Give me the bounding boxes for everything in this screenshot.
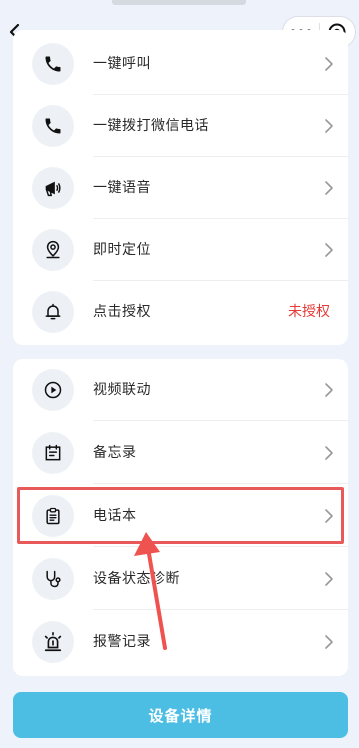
function-card-1: 一键呼叫 一键拨打微信电话 一键语音 即时定位 点击授权 未授权 — [13, 30, 348, 345]
chevron-right-icon — [325, 446, 333, 460]
device-details-label: 设备详情 — [148, 706, 213, 725]
divider — [93, 546, 348, 547]
stethoscope-icon — [32, 558, 74, 600]
list-item-one-key-voice[interactable]: 一键语音 — [13, 157, 348, 219]
play-circle-icon — [32, 369, 74, 411]
calendar-note-icon — [32, 432, 74, 474]
list-item-authorize[interactable]: 点击授权 未授权 — [13, 281, 348, 343]
list-item-label: 设备状态诊断 — [93, 571, 180, 587]
alarm-light-icon — [32, 621, 74, 663]
highlight-box — [17, 487, 344, 544]
list-item-label: 一键拨打微信电话 — [93, 118, 209, 134]
chevron-right-icon — [325, 57, 333, 71]
chevron-right-icon — [325, 635, 333, 649]
list-item-label: 备忘录 — [93, 445, 137, 461]
list-item-label: 一键呼叫 — [93, 56, 151, 72]
list-item-one-key-call[interactable]: 一键呼叫 — [13, 33, 348, 95]
unauthorized-status: 未授权 — [288, 304, 330, 320]
megaphone-icon — [32, 167, 74, 209]
divider — [93, 483, 348, 484]
device-details-button[interactable]: 设备详情 — [13, 692, 348, 738]
list-item-memo[interactable]: 备忘录 — [13, 422, 348, 484]
list-item-video-linkage[interactable]: 视频联动 — [13, 359, 348, 421]
list-item-wechat-call[interactable]: 一键拨打微信电话 — [13, 95, 348, 157]
status-bar-handle — [112, 0, 246, 5]
chevron-right-icon — [325, 181, 333, 195]
location-pin-icon — [32, 229, 74, 271]
divider — [93, 420, 348, 421]
chevron-right-icon — [325, 243, 333, 257]
list-item-instant-location[interactable]: 即时定位 — [13, 219, 348, 281]
chevron-right-icon — [325, 119, 333, 133]
phone-icon — [32, 105, 74, 147]
list-item-label: 即时定位 — [93, 242, 151, 258]
phone-icon — [32, 43, 74, 85]
list-item-label: 点击授权 — [93, 304, 151, 320]
list-item-label: 报警记录 — [93, 634, 151, 650]
bell-icon — [32, 291, 74, 333]
list-item-label: 视频联动 — [93, 382, 151, 398]
list-item-alarm-records[interactable]: 报警记录 — [13, 611, 348, 673]
chevron-right-icon — [325, 572, 333, 586]
divider — [93, 609, 348, 610]
list-item-label: 一键语音 — [93, 180, 151, 196]
chevron-right-icon — [325, 383, 333, 397]
list-item-device-diagnosis[interactable]: 设备状态诊断 — [13, 548, 348, 610]
